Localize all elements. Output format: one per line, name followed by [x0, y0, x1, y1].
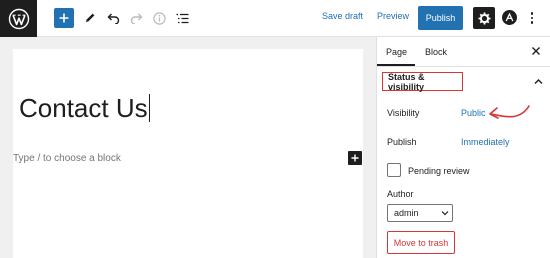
- info-icon: [152, 11, 166, 25]
- tab-page[interactable]: Page: [386, 47, 407, 57]
- close-icon[interactable]: [531, 46, 541, 56]
- move-to-trash-button[interactable]: Move to trash: [387, 231, 455, 254]
- panel-title: Status & visibility: [388, 71, 425, 92]
- author-label: Author: [387, 189, 414, 199]
- more-options-button[interactable]: [527, 9, 537, 27]
- list-view-button[interactable]: [171, 7, 193, 29]
- sidebar-tabs: Page Block: [377, 37, 550, 67]
- redo-icon: [130, 13, 142, 24]
- plus-icon: [59, 13, 69, 23]
- active-tab-indicator: [377, 64, 415, 66]
- pencil-icon: [86, 13, 95, 22]
- astra-logo-icon: [505, 13, 514, 22]
- publish-label: Publish: [387, 137, 417, 147]
- tab-block[interactable]: Block: [425, 47, 447, 57]
- details-button[interactable]: [148, 7, 170, 29]
- publish-button[interactable]: Publish: [418, 6, 463, 30]
- list-view-icon: [176, 13, 188, 23]
- inline-add-block-button[interactable]: [348, 151, 362, 165]
- status-visibility-panel-toggle[interactable]: Status & visibility: [382, 71, 463, 92]
- settings-sidebar: Page Block Status & visibility Visibilit…: [376, 37, 550, 258]
- pending-review-label[interactable]: Pending review: [408, 166, 470, 176]
- pending-review-checkbox[interactable]: [387, 163, 401, 177]
- more-dot: [530, 16, 534, 20]
- text-cursor: [148, 94, 150, 122]
- more-dot: [530, 12, 534, 15]
- visibility-link[interactable]: Public: [461, 108, 486, 118]
- settings-button[interactable]: [473, 7, 495, 29]
- annotation-arrow-icon: [489, 105, 530, 119]
- visibility-label: Visibility: [387, 108, 420, 118]
- save-draft-button[interactable]: Save draft: [322, 11, 363, 21]
- plus-icon: [351, 154, 359, 162]
- post-title-text: Contact Us: [19, 93, 148, 123]
- wordpress-logo-icon[interactable]: [0, 0, 37, 37]
- undo-icon: [107, 13, 119, 24]
- author-selected-value: admin: [394, 208, 419, 218]
- redo-button[interactable]: [125, 7, 147, 29]
- astra-settings-button[interactable]: [502, 10, 517, 25]
- more-dot: [530, 21, 534, 24]
- tools-edit-button[interactable]: [79, 7, 101, 29]
- chevron-down-icon: [441, 211, 449, 216]
- block-placeholder[interactable]: Type / to choose a block: [13, 153, 121, 164]
- add-block-button[interactable]: [54, 8, 74, 28]
- editor-top-toolbar: Save draft Preview Publish: [0, 0, 550, 37]
- editor-canvas[interactable]: Contact Us Type / to choose a block: [13, 49, 363, 258]
- chevron-up-icon[interactable]: [534, 78, 543, 85]
- author-select[interactable]: admin: [387, 204, 453, 222]
- gear-icon: [478, 12, 490, 24]
- publish-date-link[interactable]: Immediately: [461, 137, 510, 147]
- undo-button[interactable]: [102, 7, 124, 29]
- preview-button[interactable]: Preview: [377, 11, 409, 21]
- post-title-field[interactable]: Contact Us: [19, 93, 150, 124]
